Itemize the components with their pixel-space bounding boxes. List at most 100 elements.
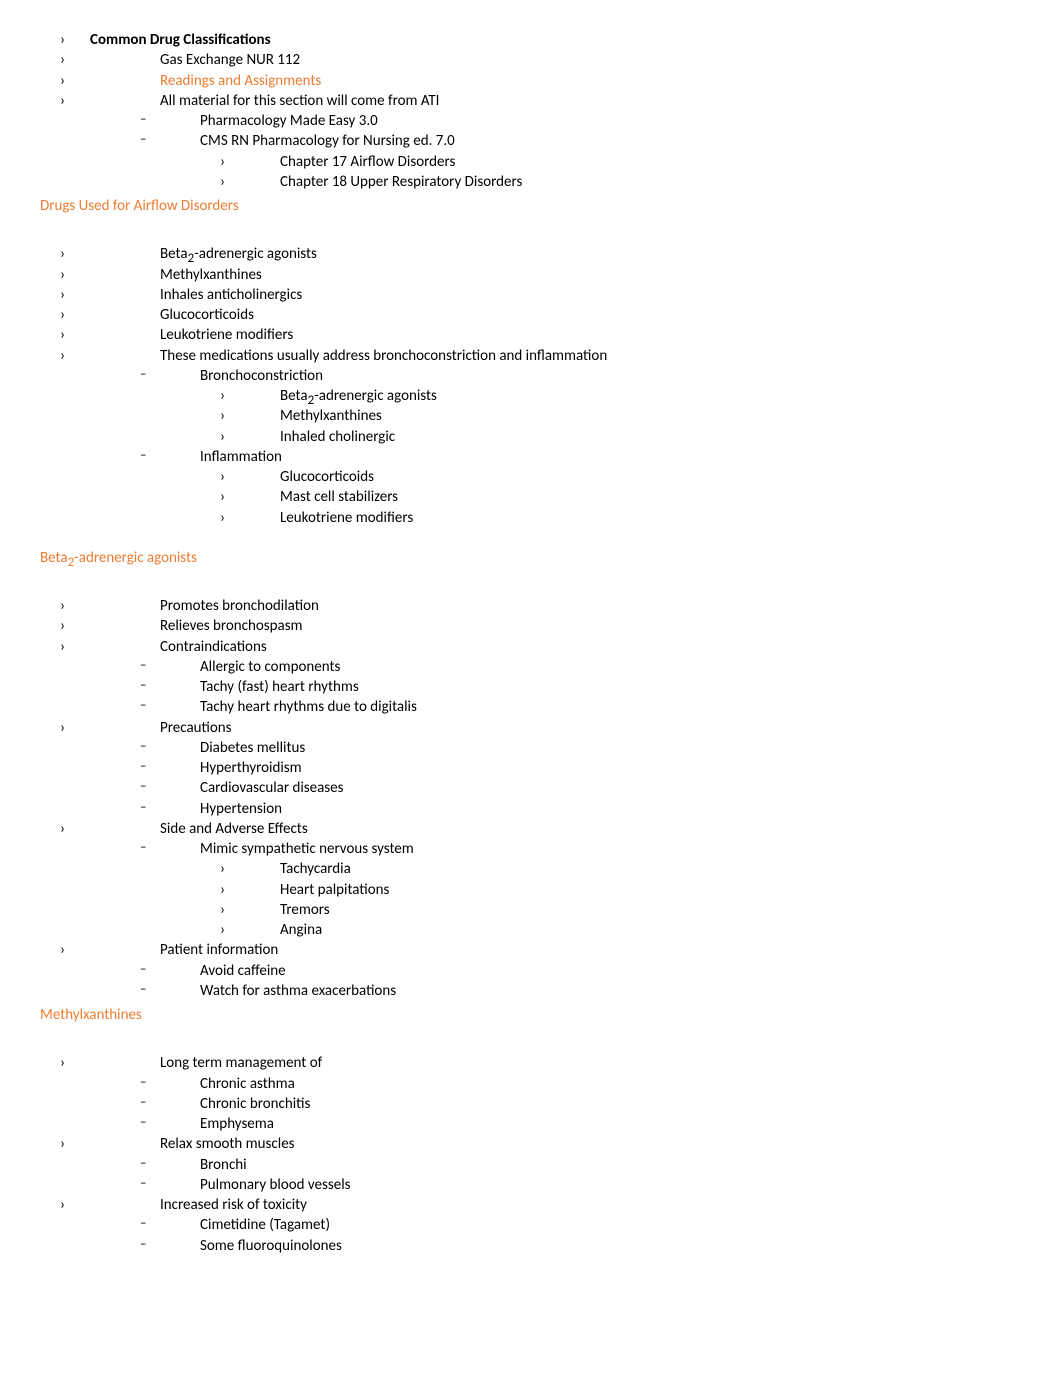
methyl-lt-emphysema-text: Emphysema <box>170 1115 274 1133</box>
beta2-pre-htn: Hypertension <box>40 799 1002 819</box>
beta2-pre-hyper-text: Hyperthyroidism <box>170 759 302 777</box>
airflow-address-text: These medications usually address bronch… <box>90 347 607 365</box>
beta2-ci-tachy-dig-text: Tachy heart rhythms due to digitalis <box>170 698 417 716</box>
methyl-relax: Relax smooth muscles <box>40 1134 1002 1154</box>
methyl-toxicity-text: Increased risk of toxicity <box>90 1196 307 1214</box>
beta2-se-tremors: Tremors <box>40 900 1002 920</box>
methyl-lt-bronchitis-text: Chronic bronchitis <box>170 1095 310 1113</box>
methyl-lt-asthma-text: Chronic asthma <box>170 1075 295 1093</box>
airflow-broncho-methyl: Methylxanthines <box>40 406 1002 426</box>
beta2-pi-asthma: Watch for asthma exacerbations <box>40 981 1002 1001</box>
beta2-ci-tachy-text: Tachy (fast) heart rhythms <box>170 678 359 696</box>
beta2-se-text: Side and Adverse Effects <box>90 820 308 838</box>
beta2-promotes: Promotes bronchodilation <box>40 596 1002 616</box>
beta2-ci-allergic-text: Allergic to components <box>170 658 340 676</box>
beta2-se: Side and Adverse Effects <box>40 819 1002 839</box>
beta2-pi-text: Patient information <box>90 941 278 959</box>
beta2-pi-caffeine: Avoid caffeine <box>40 961 1002 981</box>
beta2-ci-tachy: Tachy (fast) heart rhythms <box>40 677 1002 697</box>
methyl-relax-bronchi: Bronchi <box>40 1155 1002 1175</box>
airflow-infl-gluco-text: Glucocorticoids <box>250 468 374 486</box>
cms-rn-text: CMS RN Pharmacology for Nursing ed. 7.0 <box>170 132 455 150</box>
airflow-broncho: Bronchoconstriction <box>40 366 1002 386</box>
beta2-relieves: Relieves bronchospasm <box>40 616 1002 636</box>
airflow-leuko: Leukotriene modifiers <box>40 325 1002 345</box>
beta2-se-angina: Angina <box>40 920 1002 940</box>
beta2-ci: Contraindications <box>40 637 1002 657</box>
beta2-pi-asthma-text: Watch for asthma exacerbations <box>170 982 396 1000</box>
airflow-inflammation: Inflammation <box>40 447 1002 467</box>
methyl-tox-fluoro: Some fluoroquinolones <box>40 1236 1002 1256</box>
airflow-infl-leuko: Leukotriene modifiers <box>40 508 1002 528</box>
airflow-broncho-beta2-text: Beta2-adrenergic agonists <box>250 387 437 405</box>
pharm-easy-text: Pharmacology Made Easy 3.0 <box>170 112 378 130</box>
airflow-gluco-text: Glucocorticoids <box>90 306 254 324</box>
beta2-ci-text: Contraindications <box>90 638 267 656</box>
title-item: Common Drug Classifications <box>40 30 1002 50</box>
airflow-address: These medications usually address bronch… <box>40 346 1002 366</box>
beta2-se-angina-text: Angina <box>250 921 322 939</box>
beta2-precautions-text: Precautions <box>90 719 232 737</box>
document-outline: Common Drug Classifications Gas Exchange… <box>40 30 1002 192</box>
airflow-broncho-beta2: Beta2-adrenergic agonists <box>40 386 1002 406</box>
beta2-se-tachy-text: Tachycardia <box>250 860 351 878</box>
material-intro-item: All material for this section will come … <box>40 91 1002 111</box>
section-methyl-header: Methylxanthines <box>40 1005 1002 1025</box>
beta2-promotes-text: Promotes bronchodilation <box>90 597 319 615</box>
beta2-se-mimic-text: Mimic sympathetic nervous system <box>170 840 414 858</box>
document-title: Common Drug Classifications <box>90 31 271 49</box>
methyl-lt-emphysema: Emphysema <box>40 1114 1002 1134</box>
airflow-infl-gluco: Glucocorticoids <box>40 467 1002 487</box>
beta2-pi-caffeine-text: Avoid caffeine <box>170 962 286 980</box>
material-intro-text: All material for this section will come … <box>90 92 439 110</box>
methyl-tox-fluoro-text: Some fluoroquinolones <box>170 1237 342 1255</box>
chapter-18-text: Chapter 18 Upper Respiratory Disorders <box>250 173 522 191</box>
beta2-pre-htn-text: Hypertension <box>170 800 282 818</box>
beta2-pre-hyper: Hyperthyroidism <box>40 758 1002 778</box>
airflow-methyl: Methylxanthines <box>40 265 1002 285</box>
airflow-broncho-text: Bronchoconstriction <box>170 367 323 385</box>
beta2-se-palp-text: Heart palpitations <box>250 881 389 899</box>
chapter-17-text: Chapter 17 Airflow Disorders <box>250 153 455 171</box>
chapter-18: Chapter 18 Upper Respiratory Disorders <box>40 172 1002 192</box>
beta2-ci-tachy-dig: Tachy heart rhythms due to digitalis <box>40 697 1002 717</box>
methyl-tox-cimetidine-text: Cimetidine (Tagamet) <box>170 1216 330 1234</box>
methyl-tox-cimetidine: Cimetidine (Tagamet) <box>40 1215 1002 1235</box>
airflow-infl-mast: Mast cell stabilizers <box>40 487 1002 507</box>
methyl-relax-text: Relax smooth muscles <box>90 1135 295 1153</box>
beta2-relieves-text: Relieves bronchospasm <box>90 617 303 635</box>
airflow-broncho-methyl-text: Methylxanthines <box>250 407 382 425</box>
section-airflow-header: Drugs Used for Airflow Disorders <box>40 196 1002 216</box>
methyl-lt-asthma: Chronic asthma <box>40 1074 1002 1094</box>
airflow-inhales: Inhales anticholinergics <box>40 285 1002 305</box>
material-pharm-easy: Pharmacology Made Easy 3.0 <box>40 111 1002 131</box>
beta2-se-palp: Heart palpitations <box>40 880 1002 900</box>
beta2-se-tachy: Tachycardia <box>40 859 1002 879</box>
beta2-pre-dm: Diabetes mellitus <box>40 738 1002 758</box>
course-text: Gas Exchange NUR 112 <box>90 51 300 69</box>
airflow-leuko-text: Leukotriene modifiers <box>90 326 293 344</box>
readings-item: Readings and Assignments <box>40 71 1002 91</box>
airflow-inhales-text: Inhales anticholinergics <box>90 286 302 304</box>
beta2-pre-dm-text: Diabetes mellitus <box>170 739 305 757</box>
material-cms-rn: CMS RN Pharmacology for Nursing ed. 7.0 <box>40 131 1002 151</box>
methyl-longterm-text: Long term management of <box>90 1054 322 1072</box>
methyl-lt-bronchitis: Chronic bronchitis <box>40 1094 1002 1114</box>
airflow-broncho-inhaled-text: Inhaled cholinergic <box>250 428 395 446</box>
airflow-broncho-inhaled: Inhaled cholinergic <box>40 427 1002 447</box>
beta2-precautions: Precautions <box>40 718 1002 738</box>
methyl-list: Long term management of Chronic asthma C… <box>40 1053 1002 1256</box>
airflow-infl-leuko-text: Leukotriene modifiers <box>250 509 413 527</box>
beta2-list: Promotes bronchodilation Relieves bronch… <box>40 596 1002 1001</box>
airflow-beta2-text: Beta2-adrenergic agonists <box>90 245 317 263</box>
methyl-relax-bronchi-text: Bronchi <box>170 1156 247 1174</box>
beta2-se-tremors-text: Tremors <box>250 901 330 919</box>
beta2-pre-cardio: Cardiovascular diseases <box>40 778 1002 798</box>
beta2-se-mimic: Mimic sympathetic nervous system <box>40 839 1002 859</box>
airflow-gluco: Glucocorticoids <box>40 305 1002 325</box>
readings-label: Readings and Assignments <box>90 72 321 90</box>
methyl-relax-pulm-text: Pulmonary blood vessels <box>170 1176 351 1194</box>
airflow-list: Beta2-adrenergic agonists Methylxanthine… <box>40 244 1002 528</box>
chapter-17: Chapter 17 Airflow Disorders <box>40 152 1002 172</box>
airflow-inflammation-text: Inflammation <box>170 448 282 466</box>
